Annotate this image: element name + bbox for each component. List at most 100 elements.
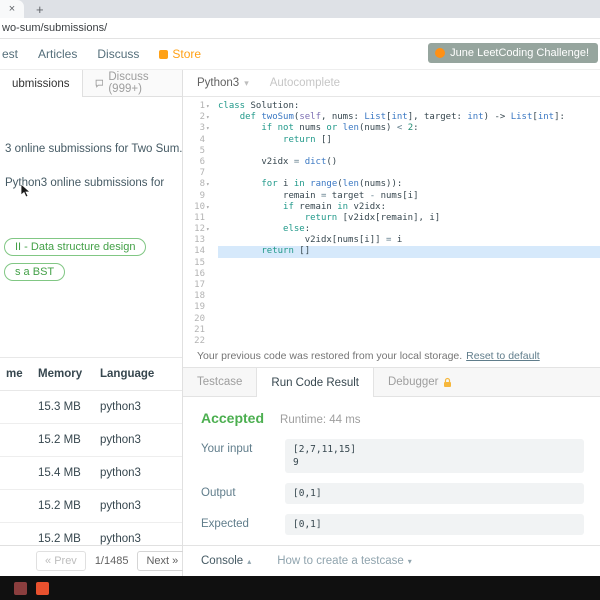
- table-row[interactable]: 15.2 MB python3: [0, 522, 182, 545]
- output-label: Output: [201, 487, 236, 499]
- left-content: 3 online submissions for Two Sum. Python…: [0, 97, 182, 545]
- right-panel: Python3 ▾ Autocomplete 1 ▾ 2 ▾ 3 ▾ 4 5 6 7 8 ▾ 9 10 ▾ 1…: [183, 70, 600, 576]
- code-line[interactable]: [218, 258, 600, 269]
- cell-language: python3: [92, 456, 182, 490]
- chevron-up-icon: ▴: [247, 556, 252, 566]
- table-row[interactable]: 15.3 MB python3: [0, 390, 182, 424]
- browser-app-icon[interactable]: [36, 581, 49, 595]
- tab-submissions-label: ubmissions: [12, 77, 70, 90]
- run-result-panel: Accepted Runtime: 44 ms Your input [2,7,…: [183, 397, 600, 545]
- next-label: Next: [146, 555, 170, 567]
- cell-language: python3: [92, 522, 182, 545]
- reset-to-default-link[interactable]: Reset to default: [466, 350, 540, 362]
- fold-arrow-icon[interactable]: ▾: [205, 112, 214, 123]
- new-tab-button[interactable]: +: [36, 3, 44, 16]
- input-value[interactable]: [2,7,11,15] 9: [285, 439, 584, 473]
- tab-close-icon[interactable]: ×: [9, 3, 15, 15]
- autocomplete-toggle[interactable]: Autocomplete: [270, 77, 340, 89]
- related-topic-pill[interactable]: II - Data structure design: [4, 238, 147, 256]
- url-bar[interactable]: wo-sum/submissions/: [0, 18, 600, 39]
- code-line[interactable]: [218, 291, 600, 302]
- cell-runtime: [0, 390, 34, 424]
- next-button[interactable]: Next »: [137, 551, 188, 571]
- code-line[interactable]: [218, 314, 600, 325]
- taskbar-app-icon[interactable]: [14, 581, 27, 595]
- browser-tab[interactable]: ×: [0, 0, 24, 18]
- code-line[interactable]: remain = target - nums[i]: [218, 191, 600, 202]
- tab-discuss-label: Discuss (999+): [108, 71, 149, 95]
- tab-run-code-result[interactable]: Run Code Result: [256, 368, 374, 397]
- cell-runtime: [0, 489, 34, 523]
- line-number: 17: [194, 280, 205, 290]
- tab-testcase[interactable]: Testcase: [183, 368, 256, 396]
- next-arrow-icon: »: [172, 555, 179, 567]
- line-number: 15: [194, 257, 205, 268]
- line-number: 8 ▾: [183, 179, 214, 190]
- expected-label: Expected: [201, 518, 249, 530]
- line-number: 19: [194, 302, 205, 313]
- code-line[interactable]: v2idx[nums[i]] = i: [218, 235, 600, 246]
- code-line[interactable]: [218, 336, 600, 345]
- code-line[interactable]: [218, 168, 600, 179]
- table-row[interactable]: 15.2 MB python3: [0, 423, 182, 457]
- challenge-label: June LeetCoding Challenge!: [450, 47, 589, 59]
- speech-bubble-icon: [95, 79, 103, 88]
- fold-arrow-icon[interactable]: ▾: [205, 202, 214, 213]
- line-number: 21: [194, 324, 205, 335]
- mouse-cursor-icon: [20, 183, 31, 198]
- table-row[interactable]: 15.4 MB python3: [0, 456, 182, 490]
- code-line[interactable]: return []: [218, 135, 600, 146]
- howto-testcase-link[interactable]: How to create a testcase ▾: [277, 555, 412, 567]
- code-line[interactable]: for i in range(len(nums)):: [218, 179, 600, 190]
- howto-label: How to create a testcase: [277, 555, 404, 567]
- code-line[interactable]: [218, 269, 600, 280]
- beats-text-1: 3 online submissions for Two Sum.: [5, 143, 182, 155]
- prev-label: Prev: [54, 555, 77, 567]
- tab-debugger-label: Debugger: [387, 376, 439, 388]
- header-runtime: me: [0, 357, 34, 391]
- workspace: ubmissions Discuss (999+) 3 online submi…: [0, 70, 600, 576]
- console-tabs: Testcase Run Code Result Debugger: [183, 367, 600, 397]
- nav-item-discuss[interactable]: Discuss: [97, 47, 139, 61]
- code-line[interactable]: if remain in v2idx:: [218, 202, 600, 213]
- code-line[interactable]: return []: [218, 246, 600, 258]
- challenge-badge[interactable]: June LeetCoding Challenge!: [428, 43, 598, 63]
- code-line[interactable]: class Solution:: [218, 101, 600, 112]
- tab-discuss[interactable]: Discuss (999+): [83, 70, 182, 96]
- code-line[interactable]: [218, 280, 600, 291]
- fold-arrow-icon[interactable]: ▾: [205, 179, 214, 190]
- fold-arrow-icon[interactable]: ▾: [205, 224, 214, 235]
- prev-button[interactable]: « Prev: [36, 551, 86, 571]
- code-line[interactable]: [218, 302, 600, 313]
- line-number: 14: [194, 246, 205, 257]
- cell-memory: 15.3 MB: [34, 390, 92, 424]
- restore-note: Your previous code was restored from you…: [183, 345, 600, 367]
- browser-tabstrip: × +: [0, 0, 600, 18]
- code-line[interactable]: if not nums or len(nums) < 2:: [218, 123, 600, 134]
- console-toggle[interactable]: Console ▴: [201, 555, 251, 567]
- site-nav: est Articles Discuss Store June LeetCodi…: [0, 39, 600, 70]
- related-topic-pill[interactable]: s a BST: [4, 263, 66, 281]
- fold-arrow-icon[interactable]: ▾: [205, 101, 214, 112]
- input-label: Your input: [201, 443, 253, 455]
- code-gutter: 1 ▾ 2 ▾ 3 ▾ 4 5 6 7 8 ▾ 9 10 ▾ 11 12 ▾ 13 14 15 16 17 18 19 20 21 2…: [183, 101, 214, 345]
- fold-arrow-icon[interactable]: ▾: [205, 123, 214, 134]
- language-select[interactable]: Python3: [197, 77, 239, 89]
- tab-submissions[interactable]: ubmissions: [0, 70, 83, 97]
- table-row[interactable]: 15.2 MB python3: [0, 489, 182, 523]
- nav-item-articles[interactable]: Articles: [38, 47, 77, 61]
- code-line[interactable]: v2idx = dict(): [218, 157, 600, 168]
- line-number: 9: [199, 190, 205, 201]
- console-label: Console: [201, 555, 244, 567]
- code-line[interactable]: return [v2idx[remain], i]: [218, 213, 600, 224]
- code-line[interactable]: def twoSum(self, nums: List[int], target…: [218, 112, 600, 123]
- code-line[interactable]: else:: [218, 224, 600, 235]
- status-row: Accepted Runtime: 44 ms: [201, 410, 584, 426]
- code-line[interactable]: [218, 146, 600, 157]
- code-line[interactable]: [218, 325, 600, 336]
- nav-item-contest[interactable]: est: [2, 47, 18, 61]
- prev-arrow-icon: «: [45, 555, 52, 567]
- tab-debugger[interactable]: Debugger: [374, 368, 467, 396]
- nav-item-store[interactable]: Store: [159, 47, 201, 61]
- code-editor[interactable]: 1 ▾ 2 ▾ 3 ▾ 4 5 6 7 8 ▾ 9 10 ▾ 11 12 ▾ 13 14 15 16 17 18 19 20 21 2…: [183, 97, 600, 345]
